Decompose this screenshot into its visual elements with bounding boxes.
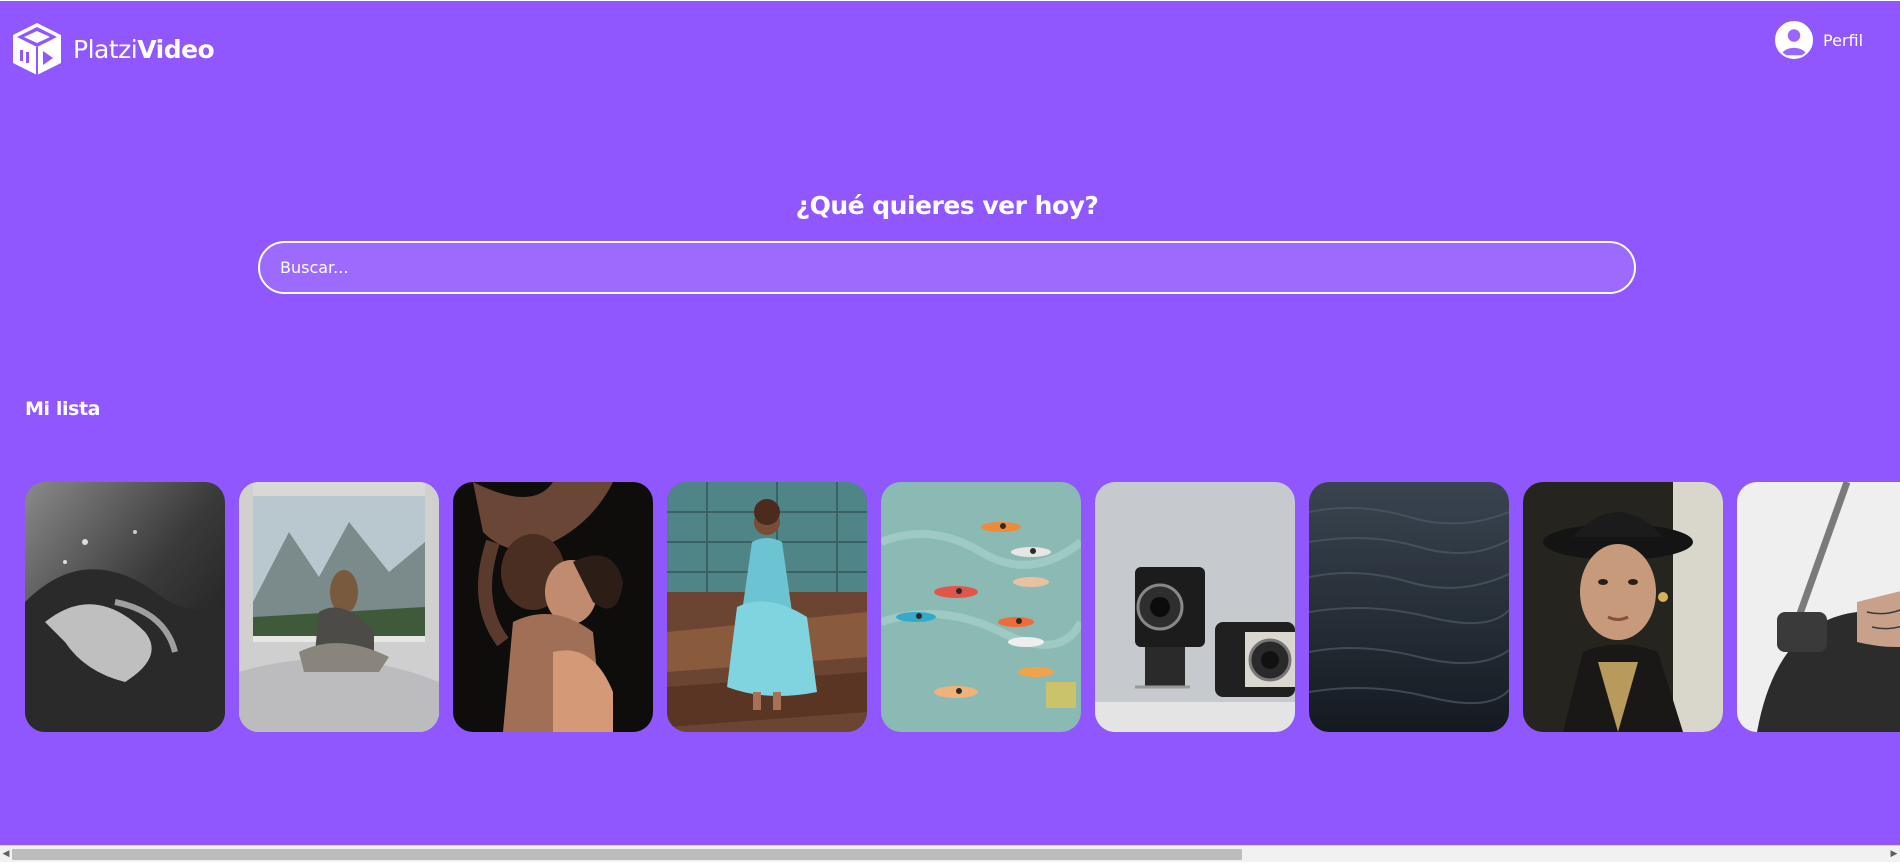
logo-link[interactable]: PlatziVideo [9,21,215,77]
carousel-image-blue-dress [667,482,867,732]
carousel-image-dark-water [1309,482,1509,732]
carousel-item-cameras[interactable] [1095,482,1295,732]
search-input[interactable] [258,241,1636,294]
carousel-image-couple [453,482,653,732]
logo-text-light: Platzi [73,34,138,64]
profile-label: Perfil [1823,30,1864,50]
carousel[interactable] [25,482,1900,732]
carousel-item-dark-water[interactable] [1309,482,1509,732]
carousel-track [25,482,1900,732]
scroll-right-arrow-icon[interactable]: ▶ [1888,846,1900,863]
carousel-image-cameras [1095,482,1295,732]
carousel-item-surfboards[interactable] [881,482,1081,732]
scroll-left-arrow-icon[interactable]: ◀ [0,846,12,863]
logo-text-bold: Video [137,34,215,64]
user-avatar-icon [1775,21,1813,59]
header: PlatziVideo Perfil [0,1,1900,91]
horizontal-scrollbar[interactable]: ◀ ▶ [0,845,1900,862]
category-title: Mi lista [25,398,101,420]
profile-menu[interactable]: Perfil [1775,21,1863,59]
app-root: PlatziVideo Perfil ¿Qué quieres ver hoy?… [0,1,1900,845]
search-title: ¿Qué quieres ver hoy? [795,191,1099,220]
scrollbar-thumb[interactable] [12,849,1242,860]
carousel-item-blue-dress[interactable] [667,482,867,732]
carousel-image-van [239,482,439,732]
carousel-item-wave[interactable] [25,482,225,732]
cube-play-icon [13,23,61,75]
carousel-item-motorcycle[interactable] [1737,482,1900,732]
carousel-image-woman-hat [1523,482,1723,732]
logo-text: PlatziVideo [73,34,215,64]
carousel-image-motorcycle [1737,482,1900,732]
carousel-item-woman-hat[interactable] [1523,482,1723,732]
carousel-image-wave [25,482,225,732]
carousel-image-surfboards [881,482,1081,732]
carousel-item-couple[interactable] [453,482,653,732]
carousel-item-van[interactable] [239,482,439,732]
